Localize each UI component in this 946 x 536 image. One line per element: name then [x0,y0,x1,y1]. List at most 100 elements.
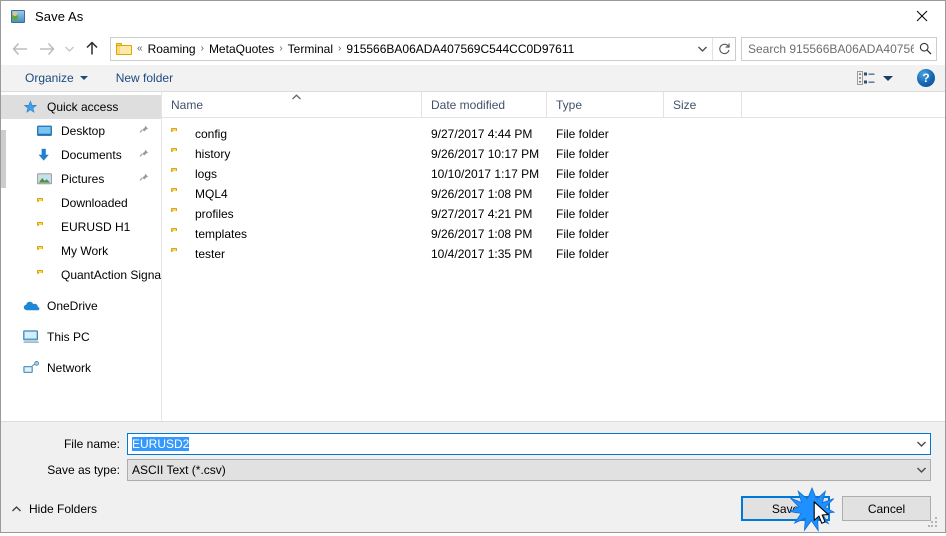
table-row[interactable]: templates 9/26/2017 1:08 PM File folder [162,224,945,244]
save-form: File name: EURUSD2 Save as type: ASCII T… [1,421,945,485]
help-button[interactable]: ? [917,69,935,87]
breadcrumb-item-instance-id[interactable]: 915566BA06ADA407569C544CC0D97611 [343,38,577,60]
table-row[interactable]: config 9/27/2017 4:44 PM File folder [162,124,945,144]
folder-icon [37,219,55,235]
cancel-button-label: Cancel [867,501,906,516]
sidebar-item-quantaction-signal[interactable]: QuantAction Signal [1,263,161,287]
close-icon [916,10,928,22]
table-row[interactable]: logs 10/10/2017 1:17 PM File folder [162,164,945,184]
save-button[interactable]: Save [741,496,830,521]
breadcrumb-separator[interactable]: › [277,38,284,60]
folder-icon [171,207,187,221]
navigation-pane: Quick access Desktop Documents Pictures … [1,92,162,421]
this-pc-monitor-icon [23,329,41,345]
desktop-icon [37,123,55,139]
sidebar-item-label: My Work [61,244,109,258]
table-row[interactable]: MQL4 9/26/2017 1:08 PM File folder [162,184,945,204]
pin-icon[interactable] [139,148,149,162]
save-as-type-dropdown-button[interactable] [912,466,930,474]
save-as-app-icon [10,9,26,25]
hide-folders-button[interactable]: Hide Folders [11,502,97,516]
chevron-down-icon [79,76,88,80]
save-as-type-combobox[interactable]: ASCII Text (*.csv) [127,459,931,481]
row-name-label: config [195,127,228,141]
sidebar-item-label: Downloaded [61,196,128,210]
table-row[interactable]: profiles 9/27/2017 4:21 PM File folder [162,204,945,224]
window-title: Save As [35,9,84,24]
file-name-row: File name: EURUSD2 [1,433,945,455]
organize-label: Organize [25,71,74,85]
column-header-size[interactable]: Size [664,92,742,117]
pin-icon[interactable] [139,124,149,138]
organize-button[interactable]: Organize [19,68,94,89]
column-label: Type [556,97,583,112]
row-date-cell: 9/26/2017 1:08 PM [431,187,533,201]
recent-locations-button[interactable] [59,36,79,62]
row-name-label: history [195,147,231,161]
row-name-label: logs [195,167,218,181]
row-name-cell: MQL4 [162,187,422,201]
sidebar-item-downloaded[interactable]: Downloaded [1,191,161,215]
sidebar-item-onedrive[interactable]: OneDrive [1,294,161,318]
folder-icon [171,147,187,161]
new-folder-button[interactable]: New folder [110,68,179,89]
breadcrumb-overflow[interactable]: « [135,38,145,60]
resize-grip-icon[interactable] [928,516,940,528]
save-as-type-value: ASCII Text (*.csv) [132,463,226,477]
breadcrumb-separator[interactable]: › [336,38,343,60]
sidebar-item-quick-access[interactable]: Quick access [1,95,161,119]
breadcrumb-item-metaquotes[interactable]: MetaQuotes [206,38,277,60]
sidebar-item-label: This PC [47,330,90,344]
breadcrumb-item-roaming[interactable]: Roaming [145,38,199,60]
file-name-input[interactable]: EURUSD2 [128,437,912,451]
sidebar-item-this-pc[interactable]: This PC [1,325,161,349]
change-view-button[interactable] [855,71,895,85]
row-name-label: profiles [195,207,234,221]
sidebar-item-eurusd-h1[interactable]: EURUSD H1 [1,215,161,239]
forward-button[interactable] [33,36,59,62]
search-input[interactable]: Search 915566BA06ADA40756... [742,42,914,56]
address-bar[interactable]: « Roaming › MetaQuotes › Terminal › 9155… [110,36,736,61]
folder-icon [171,247,187,261]
cancel-button[interactable]: Cancel [842,496,931,521]
folder-icon [171,167,187,181]
row-name-cell: config [162,127,422,141]
breadcrumb-item-terminal[interactable]: Terminal [285,38,336,60]
back-button[interactable] [7,36,33,62]
refresh-button[interactable] [712,37,735,60]
address-dropdown-button[interactable] [692,45,712,53]
breadcrumb-separator[interactable]: › [199,38,206,60]
table-row[interactable]: history 9/26/2017 10:17 PM File folder [162,144,945,164]
file-name-dropdown-button[interactable] [912,440,930,448]
sidebar-item-pictures[interactable]: Pictures [1,167,161,191]
row-date-cell: 9/26/2017 1:08 PM [431,227,533,241]
chevron-down-icon [916,441,926,447]
close-button[interactable] [899,1,945,31]
row-name-cell: history [162,147,422,161]
view-layout-icon [857,71,875,85]
search-icon [914,42,936,55]
column-header-type[interactable]: Type [547,92,664,117]
star-pin-icon [23,99,41,115]
sidebar-item-desktop[interactable]: Desktop [1,119,161,143]
table-row[interactable]: tester 10/4/2017 1:35 PM File folder [162,244,945,264]
row-date-cell: 9/26/2017 10:17 PM [431,147,540,161]
column-header-row: Name Date modified Type Size [162,92,945,118]
row-date-cell: 10/4/2017 1:35 PM [431,247,533,261]
column-header-date-modified[interactable]: Date modified [422,92,547,117]
file-name-combobox[interactable]: EURUSD2 [127,433,931,455]
sidebar-item-my-work[interactable]: My Work [1,239,161,263]
folder-icon [171,127,187,141]
navigation-bar: « Roaming › MetaQuotes › Terminal › 9155… [1,32,945,65]
search-box[interactable]: Search 915566BA06ADA40756... [741,36,937,61]
onedrive-cloud-icon [23,298,41,314]
save-button-label: Save [771,501,800,516]
up-button[interactable] [79,36,105,62]
sidebar-item-network[interactable]: Network [1,356,161,380]
column-label: Size [673,97,697,112]
pin-icon[interactable] [139,172,149,186]
sidebar-item-label: EURUSD H1 [61,220,131,234]
sidebar-item-documents[interactable]: Documents [1,143,161,167]
folder-icon [171,227,187,241]
row-name-cell: tester [162,247,422,261]
